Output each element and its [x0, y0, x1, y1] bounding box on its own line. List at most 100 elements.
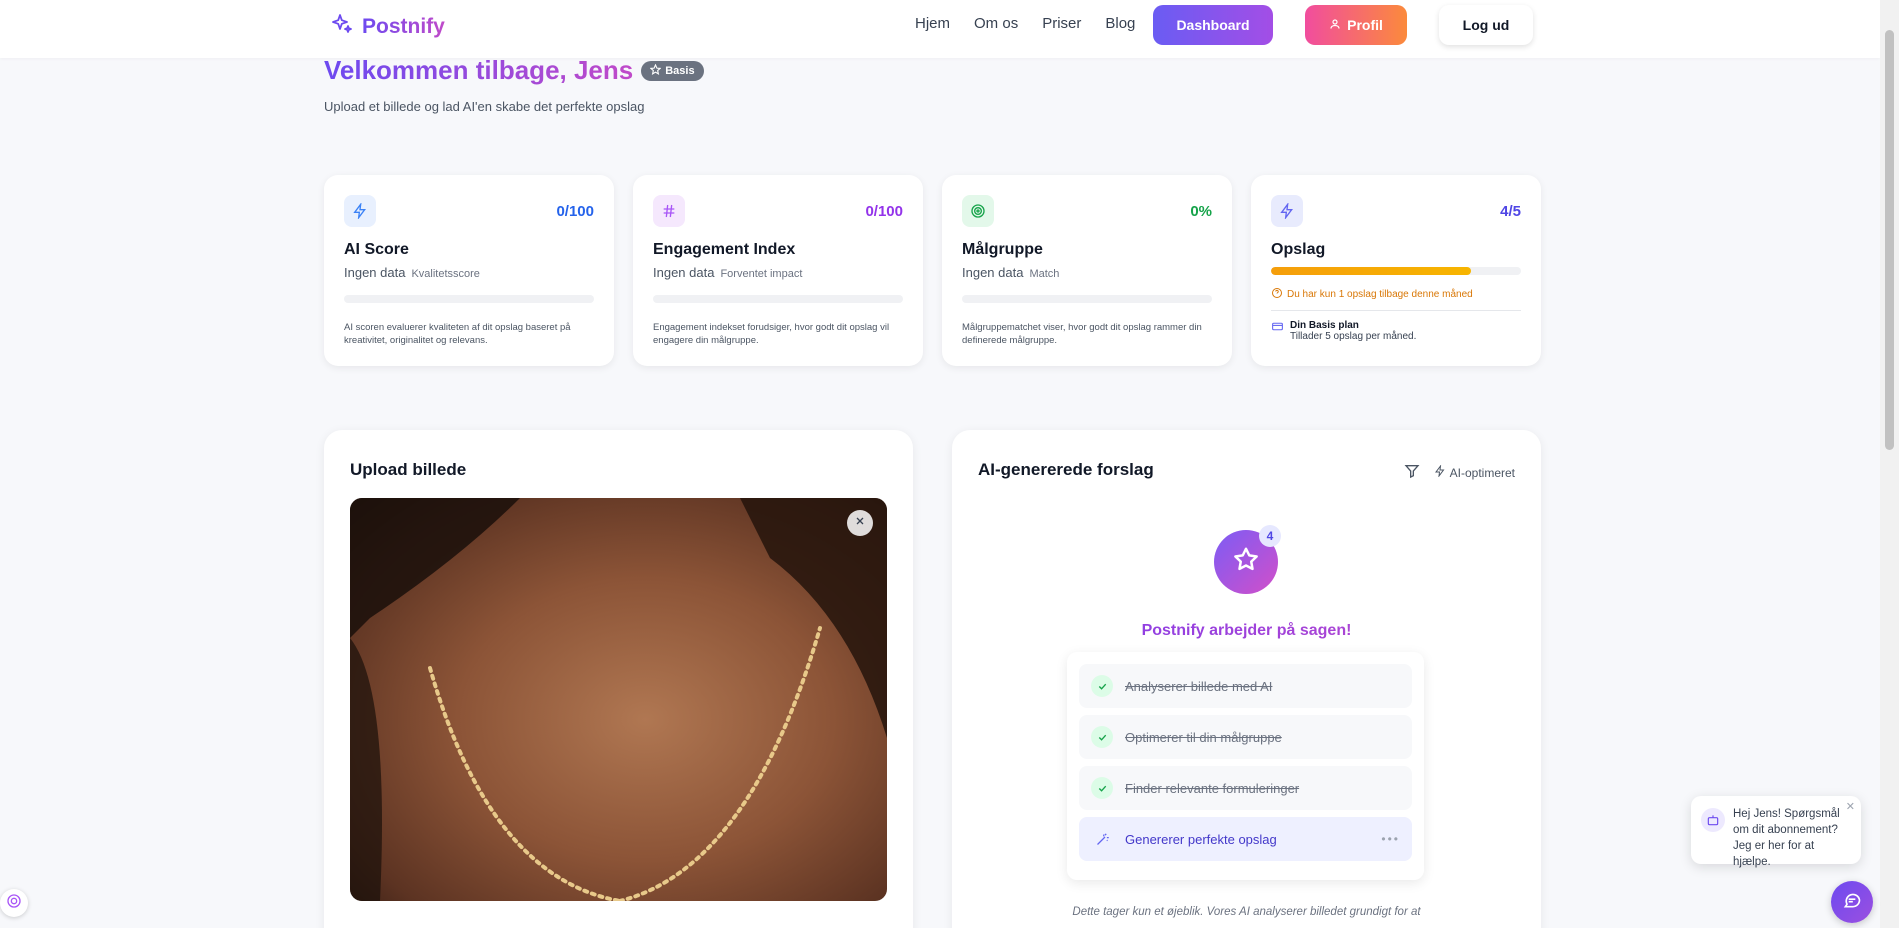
top-navbar: Postnify Hjem Om os Priser Blog Dashboar…: [0, 0, 1880, 58]
sparkles-icon: [330, 12, 354, 41]
step-label: Genererer perfekte opslag: [1125, 831, 1277, 847]
loading-dots-icon: •••: [1381, 832, 1400, 846]
engagement-value: 0/100: [865, 203, 903, 220]
upload-title: Upload billede: [350, 460, 467, 479]
lightning-icon: [1434, 464, 1446, 480]
chat-bubble[interactable]: ✕ Hej Jens! Spørgsmål om dit abonnement?…: [1691, 796, 1861, 868]
plan-info: Din Basis plan Tillader 5 opslag per måne…: [1271, 320, 1416, 342]
plan-description: Tillader 5 opslag per måned.: [1290, 331, 1417, 342]
audience-status-text: Ingen data: [962, 265, 1024, 280]
target-icon: [962, 195, 994, 227]
chat-message: Hej Jens! Spørgsmål om dit abonnement? J…: [1733, 808, 1840, 868]
posts-card: 4/5 Opslag Du har kun 1 opslag tilbage d…: [1251, 175, 1541, 366]
chat-close-icon[interactable]: ✕: [1846, 799, 1855, 815]
plan-badge: Basis: [641, 60, 704, 81]
progress-steps: Analyserer billede med AI Optimerer til …: [1067, 652, 1424, 880]
help-circle-icon: [1271, 287, 1283, 302]
posts-warning-text: Du har kun 1 opslag tilbage denne måned: [1287, 289, 1473, 300]
brand-name: Postnify: [362, 14, 445, 38]
logout-button[interactable]: Log ud: [1439, 5, 1533, 45]
step-generate: Genererer perfekte opslag •••: [1079, 817, 1412, 861]
audience-title: Målgruppe: [962, 241, 1043, 258]
engagement-status-label: Forventet impact: [720, 268, 803, 280]
magic-wand-icon: [1091, 832, 1113, 847]
check-icon: [1091, 777, 1113, 799]
nav-link-pricing[interactable]: Priser: [1042, 15, 1081, 32]
plan-badge-label: Basis: [665, 64, 695, 77]
widget-icon: [6, 893, 22, 914]
posts-value: 4/5: [1500, 203, 1521, 220]
necklace-photo: [350, 498, 887, 901]
nav-link-blog[interactable]: Blog: [1105, 15, 1135, 32]
check-icon: [1091, 726, 1113, 748]
ai-score-status-label: Kvalitetsscore: [411, 268, 480, 280]
step-phrasing: Finder relevante formuleringer: [1079, 766, 1412, 810]
ai-score-status: Ingen data Kvalitetsscore: [344, 265, 480, 280]
posts-progress-fill: [1271, 267, 1471, 275]
posts-title: Opslag: [1271, 241, 1326, 258]
chat-icon: [1842, 890, 1862, 915]
star-icon: [649, 63, 662, 78]
engagement-card: 0/100 Engagement Index Ingen data Forvent…: [633, 175, 923, 366]
hash-icon: [653, 195, 685, 227]
ai-score-title: AI Score: [344, 241, 409, 258]
remove-image-button[interactable]: [847, 510, 873, 536]
ai-score-bar: [344, 295, 594, 303]
ai-score-description: AI scoren evaluerer kvaliteten af dit op…: [344, 322, 571, 346]
plan-title: Din Basis plan: [1290, 320, 1359, 331]
posts-warning: Du har kun 1 opslag tilbage denne måned: [1271, 287, 1473, 302]
chat-open-button[interactable]: [1831, 881, 1873, 923]
ai-working-text: Postnify arbejder på sagen!: [952, 622, 1541, 640]
ai-optimized-label: AI-optimeret: [1449, 465, 1515, 480]
step-analyze: Analyserer billede med AI: [1079, 664, 1412, 708]
engagement-title: Engagement Index: [653, 241, 796, 258]
divider: [1271, 310, 1521, 311]
ai-score-value: 0/100: [556, 203, 594, 220]
engagement-status-text: Ingen data: [653, 265, 715, 280]
ai-suggestions-panel: AI-genererede forslag AI-optimeret 4 Pos…: [952, 430, 1541, 928]
filter-icon[interactable]: [1404, 463, 1420, 482]
logout-button-label: Log ud: [1462, 17, 1510, 33]
upload-panel: Upload billede: [324, 430, 913, 928]
nav-link-about[interactable]: Om os: [974, 15, 1018, 32]
engagement-bar: [653, 295, 903, 303]
ai-optimized-tag: AI-optimeret: [1434, 464, 1515, 480]
welcome-subtitle: Upload et billede og lad AI'en skabe det…: [324, 99, 645, 114]
main-nav: Hjem Om os Priser Blog: [915, 15, 1135, 32]
engagement-description: Engagement indekset forudsiger, hvor god…: [653, 322, 890, 346]
profile-button[interactable]: Profil: [1305, 5, 1407, 45]
close-icon: [854, 514, 866, 532]
user-icon: [1329, 17, 1341, 33]
step-label: Finder relevante formuleringer: [1125, 780, 1300, 796]
uploaded-image: [350, 498, 887, 901]
ai-score-card: 0/100 AI Score Ingen data Kvalitetsscore …: [324, 175, 614, 366]
welcome-heading: Velkommen tilbage, Jens Basis: [324, 55, 704, 86]
nav-link-home[interactable]: Hjem: [915, 15, 950, 32]
brand-logo[interactable]: Postnify: [330, 12, 445, 41]
accessibility-widget[interactable]: [0, 889, 28, 917]
scrollbar-thumb[interactable]: [1885, 30, 1894, 450]
bot-icon: [1701, 808, 1725, 832]
ai-score-status-text: Ingen data: [344, 265, 406, 280]
profile-button-label: Profil: [1347, 17, 1383, 33]
credit-card-icon: [1271, 320, 1284, 342]
lightning-icon: [344, 195, 376, 227]
welcome-title: Velkommen tilbage, Jens: [324, 55, 634, 85]
audience-description: Målgruppematchet viser, hvor godt dit op…: [962, 322, 1202, 346]
page-scrollbar[interactable]: [1880, 0, 1899, 928]
posts-progress-bar: [1271, 267, 1521, 275]
audience-card: 0% Målgruppe Ingen data Match Målgruppema…: [942, 175, 1232, 366]
magic-star-icon: [1231, 545, 1261, 580]
audience-value: 0%: [1190, 203, 1212, 220]
plan-details: Din Basis plan Tillader 5 opslag per måne…: [1290, 320, 1416, 342]
step-label: Optimerer til din målgruppe: [1125, 729, 1282, 745]
dashboard-button-label: Dashboard: [1176, 17, 1250, 33]
check-icon: [1091, 675, 1113, 697]
dashboard-button[interactable]: Dashboard: [1153, 5, 1273, 45]
audience-bar: [962, 295, 1212, 303]
engagement-status: Ingen data Forventet impact: [653, 265, 802, 280]
lightning-icon: [1271, 195, 1303, 227]
step-optimize: Optimerer til din målgruppe: [1079, 715, 1412, 759]
ai-panel-actions: AI-optimeret: [1404, 463, 1515, 482]
audience-status-label: Match: [1029, 268, 1060, 280]
